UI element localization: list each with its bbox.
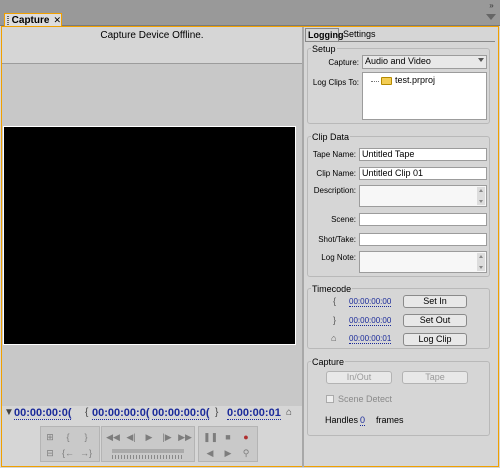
panel-divider[interactable]: [302, 27, 304, 467]
panel-menu-icon[interactable]: »: [486, 1, 497, 11]
log-clips-label: Log Clips To:: [312, 78, 359, 87]
set-out-button[interactable]: Set Out: [403, 314, 467, 327]
shot-take-label: Shot/Take:: [318, 235, 356, 244]
mark-controls: ⊞ { } ⊟ {← →}: [40, 426, 100, 462]
log-clips-item[interactable]: test.prproj: [395, 75, 435, 86]
out-point-icon: }: [215, 407, 219, 418]
out-timecode[interactable]: 00:00:00:0(: [152, 407, 210, 420]
playback-controls: ◀◀ ◀| ▶ |▶ ▶▶: [101, 426, 195, 462]
timecode-title: Timecode: [311, 284, 353, 294]
stop-icon[interactable]: ■: [221, 431, 235, 443]
goto-out-icon[interactable]: →}: [79, 447, 93, 459]
clear-icon[interactable]: ⊟: [43, 447, 57, 459]
close-icon[interactable]: ✕: [53, 15, 61, 26]
tape-name-label: Tape Name:: [312, 150, 356, 159]
log-clips-tree[interactable]: test.prproj: [362, 72, 487, 120]
shot-take-field[interactable]: [359, 233, 487, 246]
setup-title: Setup: [311, 44, 337, 54]
monitor-status-area: Capture Device Offline.: [2, 27, 302, 64]
description-field[interactable]: [359, 185, 487, 207]
capture-tape-button[interactable]: Tape: [402, 371, 468, 384]
chevron-down-icon[interactable]: [478, 58, 484, 62]
in-point-icon: {: [333, 296, 337, 306]
next-scene-icon[interactable]: ▶: [221, 447, 235, 459]
handles-label: Handles: [325, 415, 359, 425]
scene-search-icon[interactable]: ⚲: [239, 447, 253, 459]
scene-detect-label: Scene Detect: [338, 394, 393, 404]
capture-select[interactable]: Audio and Video: [362, 55, 487, 69]
duration-icon: ⌂: [286, 407, 293, 418]
fast-forward-icon[interactable]: ▶▶: [178, 431, 192, 443]
clip-name-field[interactable]: Untitled Clip 01: [359, 167, 487, 180]
handles-value[interactable]: 0: [360, 416, 366, 426]
right-tabs: Logging Settings: [305, 28, 495, 41]
record-icon[interactable]: ●: [239, 431, 253, 443]
capture-controls: ❚❚ ■ ● ◀ ▶ ⚲: [198, 426, 258, 462]
goto-in-icon[interactable]: {←: [61, 447, 75, 459]
video-preview: [3, 126, 296, 345]
out-point-icon: }: [333, 315, 337, 325]
flyout-menu-icon[interactable]: [486, 14, 496, 20]
scene-field[interactable]: [359, 213, 487, 226]
jog-dial[interactable]: [112, 455, 184, 459]
tab-logging[interactable]: Logging: [305, 28, 344, 41]
frames-label: frames: [376, 415, 404, 425]
log-note-field[interactable]: [359, 251, 487, 273]
timecode-out-value[interactable]: 00:00:00:00: [349, 316, 392, 326]
log-note-scrollbar[interactable]: [477, 253, 485, 271]
log-note-label: Log Note:: [321, 253, 356, 262]
clip-data-title: Clip Data: [311, 132, 351, 142]
tab-capture[interactable]: Capture ✕: [4, 13, 62, 26]
description-label: Description:: [313, 186, 356, 195]
capture-label: Capture:: [328, 58, 359, 67]
play-icon[interactable]: ▶: [142, 431, 156, 443]
tab-label: Capture: [11, 14, 50, 26]
current-time-icon: ▼: [4, 407, 14, 418]
scene-detect-checkbox[interactable]: [326, 395, 334, 403]
panel-titlebar: Capture ✕ »: [0, 0, 500, 26]
step-forward-icon[interactable]: |▶: [160, 431, 174, 443]
in-point-icon: {: [85, 407, 89, 418]
in-timecode[interactable]: 00:00:00:0(: [92, 407, 150, 420]
previous-scene-icon[interactable]: ◀: [203, 447, 217, 459]
drag-grip-icon[interactable]: [7, 15, 9, 25]
tab-settings[interactable]: Settings: [341, 28, 376, 41]
timecode-row: ▼ 00:00:00:0( { 00:00:00:0( 00:00:00:0( …: [2, 405, 300, 421]
timecode-duration-value[interactable]: 00:00:00:01: [349, 334, 392, 344]
set-out-icon[interactable]: }: [79, 431, 93, 443]
set-in-button[interactable]: Set In: [403, 295, 467, 308]
set-in-icon[interactable]: {: [61, 431, 75, 443]
description-scrollbar[interactable]: [477, 187, 485, 205]
capture-select-value: Audio and Video: [365, 56, 431, 66]
pause-icon[interactable]: ❚❚: [203, 431, 218, 443]
capture-in-out-button[interactable]: In/Out: [326, 371, 392, 384]
capture-title: Capture: [311, 357, 346, 367]
duration-timecode[interactable]: 0:00:00:01: [227, 407, 281, 420]
duration-icon: ⌂: [331, 333, 337, 343]
clip-name-label: Clip Name:: [316, 169, 356, 178]
tape-name-field[interactable]: Untitled Tape: [359, 148, 487, 161]
log-clip-button[interactable]: Log Clip: [403, 333, 467, 346]
current-timecode[interactable]: 00:00:00:0(: [14, 407, 72, 420]
timecode-in-value[interactable]: 00:00:00:00: [349, 297, 392, 307]
mark-in-icon[interactable]: ⊞: [43, 431, 57, 443]
scene-label: Scene:: [331, 215, 356, 224]
folder-icon: [381, 77, 392, 85]
step-back-icon[interactable]: ◀|: [124, 431, 138, 443]
shuttle-slider[interactable]: [112, 449, 184, 453]
device-status-text: Capture Device Offline.: [100, 30, 204, 41]
rewind-icon[interactable]: ◀◀: [106, 431, 120, 443]
